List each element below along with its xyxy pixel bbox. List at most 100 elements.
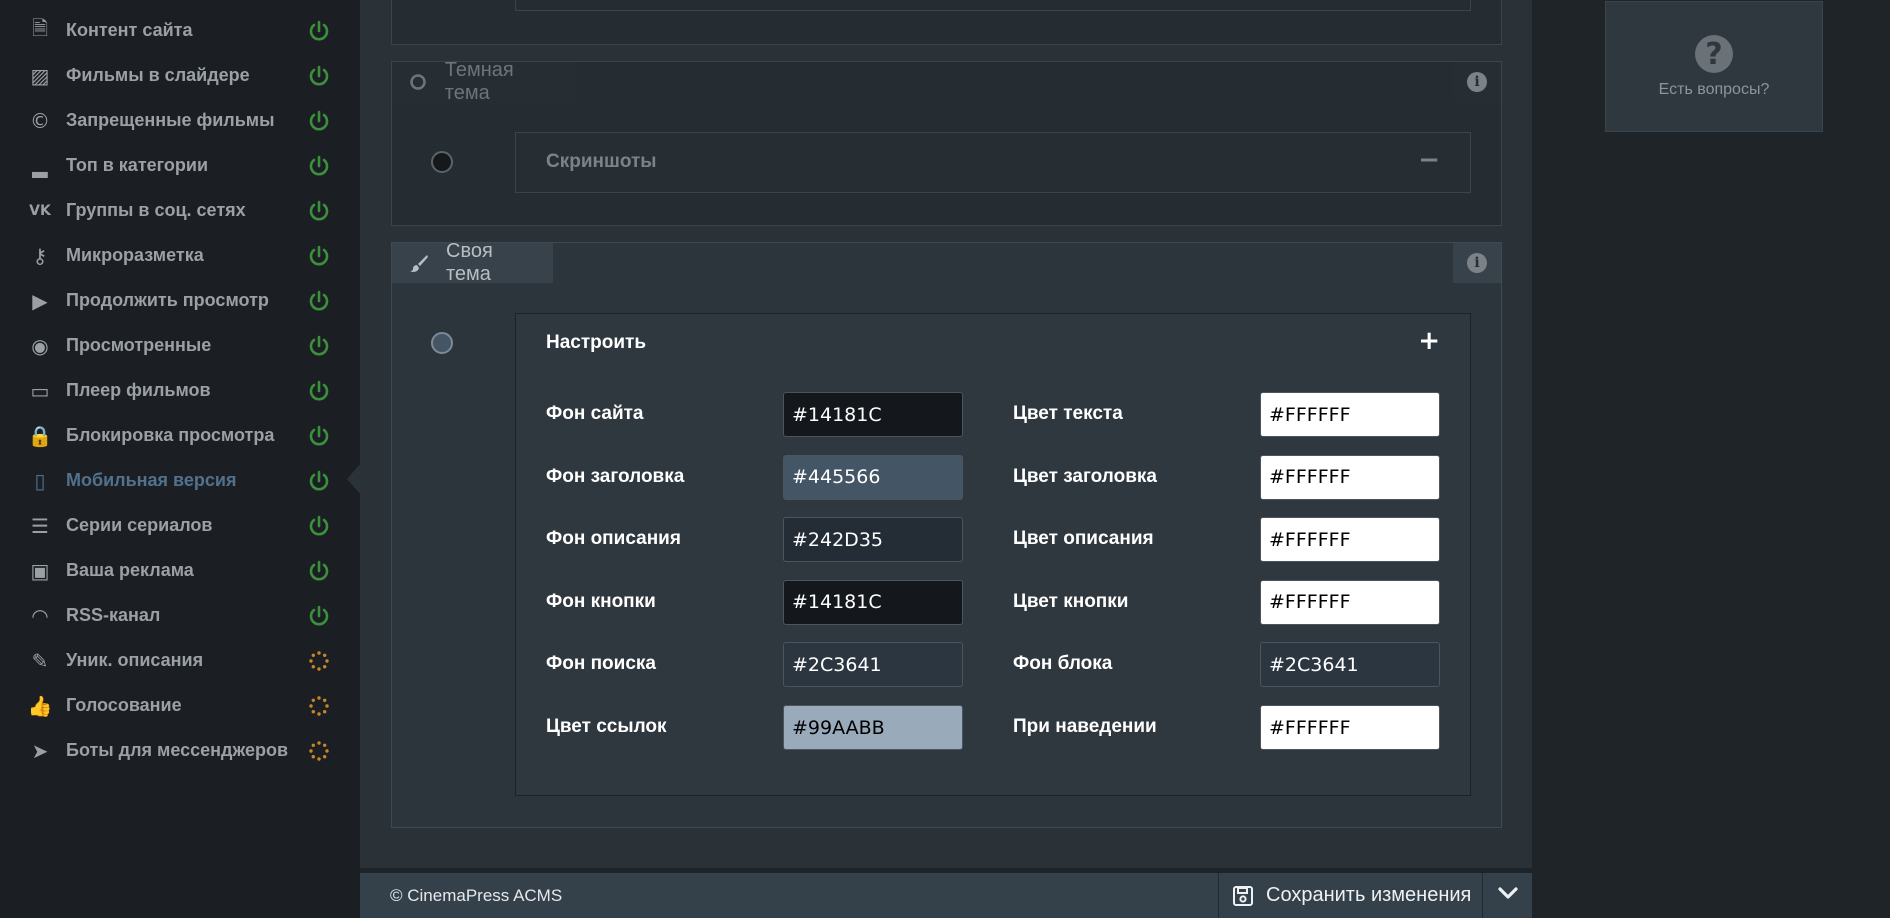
sidebar-item-label: Голосование (66, 695, 182, 715)
power-icon[interactable] (306, 63, 332, 89)
color-input[interactable]: #FFFFFF (1260, 454, 1440, 500)
color-input[interactable]: #14181C (783, 392, 963, 437)
money-icon: ▣ (30, 558, 50, 583)
sidebar-item-label: Блокировка просмотра (66, 425, 275, 445)
sidebar-item[interactable]: 👍 Голосование (0, 683, 360, 728)
dark-theme-tab[interactable]: Темная тема (392, 59, 575, 104)
loading-spinner-icon[interactable] (306, 648, 332, 674)
dark-theme-panel: Темная тема i Скриншоты − (391, 59, 1502, 226)
power-icon[interactable] (306, 243, 332, 269)
color-input[interactable]: #FFFFFF (1260, 705, 1440, 750)
dark-theme-radio[interactable] (431, 151, 453, 173)
power-icon[interactable] (306, 468, 332, 494)
loading-spinner-icon[interactable] (306, 693, 332, 719)
footer-bar: © CinemaPress ACMS Сохранить изменения (360, 873, 1532, 918)
sidebar-item-label: Ваша реклама (66, 560, 194, 580)
color-field-label: Фон описания (546, 528, 681, 550)
dark-theme-info-button[interactable]: i (1453, 62, 1501, 102)
info-icon: i (1467, 72, 1487, 92)
power-icon[interactable] (306, 153, 332, 179)
customize-accordion-title: Настроить (546, 332, 647, 353)
sidebar-active-pointer (347, 463, 361, 495)
color-field-label: Цвет текста (1013, 403, 1123, 424)
color-input[interactable]: #99AABB (783, 705, 963, 750)
custom-theme-tab[interactable]: Своя тема (392, 240, 553, 285)
color-field-label: Цвет заголовка (1013, 465, 1157, 487)
sidebar-item[interactable]: ⚷ Микроразметка (0, 233, 360, 278)
sidebar-item[interactable]: ☰ Серии сериалов (0, 503, 360, 548)
color-field-label: Цвет описания (1013, 528, 1154, 550)
previous-theme-accordion (515, 0, 1471, 11)
power-icon[interactable] (306, 513, 332, 539)
screenshots-accordion[interactable]: Скриншоты − (515, 132, 1471, 193)
telegram-icon: ➤ (31, 738, 49, 763)
circle-outline-icon (409, 72, 428, 92)
sidebar-item[interactable]: 🗎 Контент сайта (0, 8, 360, 53)
color-input[interactable]: #FFFFFF (1260, 392, 1440, 437)
sidebar-item[interactable]: ◉ Просмотренные (0, 323, 360, 368)
color-input[interactable]: #FFFFFF (1260, 517, 1440, 563)
sidebar-item[interactable]: ▨ Фильмы в слайдере (0, 53, 360, 98)
document-icon: 🗎 (31, 15, 49, 40)
right-column (1532, 0, 1890, 918)
sidebar-item[interactable]: ➤ Боты для мессенджеров (0, 728, 360, 773)
sidebar-item[interactable]: VK Группы в соц. сетях (0, 188, 360, 233)
copyright-text: © CinemaPress ACMS (390, 886, 563, 905)
floppy-disk-icon (1232, 885, 1254, 907)
custom-theme-panel: Своя тема i Настроить + Фон сайта #14181C… (391, 240, 1502, 828)
footer-dropdown-button[interactable] (1482, 873, 1532, 918)
color-field-label: Цвет кнопки (1013, 590, 1129, 612)
play-icon: ▶ (32, 288, 48, 313)
sidebar-item[interactable]: ▭ Плеер фильмов (0, 368, 360, 413)
power-icon[interactable] (306, 198, 332, 224)
expand-icon[interactable]: + (1418, 326, 1440, 356)
sidebar-item[interactable]: ▯ Мобильная версия (0, 458, 360, 503)
sidebar-item[interactable]: ▂ Топ в категории (0, 143, 360, 188)
color-field-label: Фон кнопки (546, 590, 656, 612)
sidebar-item-label: Продолжить просмотр (66, 290, 269, 310)
power-icon[interactable] (306, 423, 332, 449)
pencil-icon: ✎ (31, 648, 49, 673)
collapse-icon[interactable]: − (1418, 145, 1440, 175)
color-input[interactable]: #445566 (783, 454, 963, 500)
lock-icon: 🔒 (27, 423, 53, 448)
color-field-label: Цвет ссылок (546, 716, 667, 737)
customize-accordion[interactable]: Настроить + Фон сайта #14181C Фон заголовк… (515, 313, 1471, 796)
power-icon[interactable] (306, 603, 332, 629)
color-field-label: Фон заголовка (546, 465, 685, 487)
power-icon[interactable] (306, 333, 332, 359)
sidebar-item[interactable]: ✎ Уник. описания (0, 638, 360, 683)
sidebar-item[interactable]: 🔒 Блокировка просмотра (0, 413, 360, 458)
sidebar-item-label: Мобильная версия (66, 470, 237, 490)
paint-brush-icon (409, 253, 429, 273)
power-icon[interactable] (306, 18, 332, 44)
power-icon[interactable] (306, 558, 332, 584)
help-label: Есть вопросы? (1658, 81, 1770, 98)
power-icon[interactable] (306, 108, 332, 134)
key-icon: ⚷ (32, 243, 48, 268)
rss-icon: ◠ (31, 603, 49, 628)
image-icon: ▨ (30, 63, 50, 88)
sidebar-item[interactable]: ◠ RSS-канал (0, 593, 360, 638)
help-box[interactable]: ? Есть вопросы? (1605, 1, 1823, 132)
power-icon[interactable] (306, 288, 332, 314)
custom-theme-radio[interactable] (431, 332, 453, 354)
loading-spinner-icon[interactable] (306, 738, 332, 764)
color-input[interactable]: #2C3641 (783, 642, 963, 688)
color-input[interactable]: #242D35 (783, 517, 963, 563)
sidebar-item-label: Плеер фильмов (66, 380, 211, 400)
custom-theme-info-button[interactable]: i (1453, 243, 1501, 283)
list-icon: ☰ (31, 513, 49, 538)
save-changes-button[interactable]: Сохранить изменения (1218, 873, 1482, 918)
vk-icon: VK (29, 202, 51, 219)
sidebar-item[interactable]: ▶ Продолжить просмотр (0, 278, 360, 323)
power-icon[interactable] (306, 378, 332, 404)
color-input[interactable]: #2C3641 (1260, 642, 1440, 688)
question-icon: ? (1695, 35, 1733, 73)
color-input[interactable]: #14181C (783, 579, 963, 625)
color-input[interactable]: #FFFFFF (1260, 579, 1440, 625)
previous-theme-panel (391, 0, 1502, 45)
sidebar-item-label: Просмотренные (66, 335, 212, 355)
sidebar-item[interactable]: ▣ Ваша реклама (0, 548, 360, 593)
sidebar-item[interactable]: © Запрещенные фильмы (0, 98, 360, 143)
